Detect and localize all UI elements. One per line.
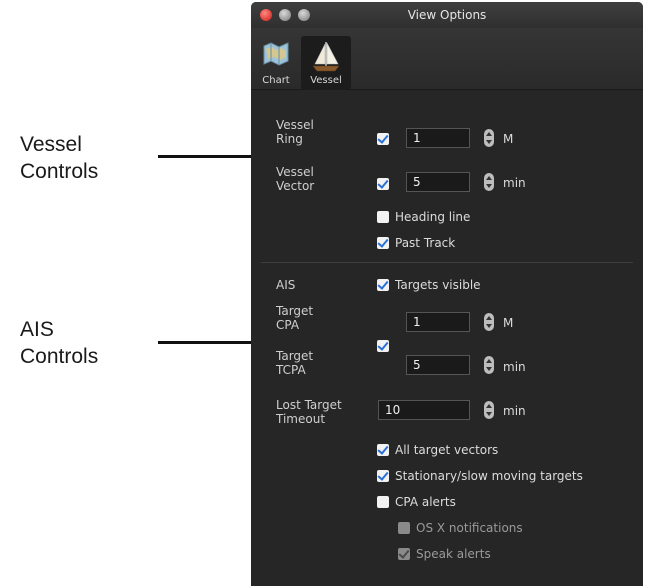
cpa-alerts-label: CPA alerts: [395, 495, 456, 509]
targets-visible-checkbox[interactable]: [377, 279, 389, 291]
lost-target-timeout-label: Lost Target Timeout: [276, 398, 342, 426]
lost-target-timeout-stepper[interactable]: [484, 401, 494, 419]
section-divider: [261, 262, 633, 263]
osx-notifications-checkbox[interactable]: [398, 522, 410, 534]
osx-notifications-label: OS X notifications: [416, 521, 523, 535]
cpa-alerts-checkbox[interactable]: [377, 496, 389, 508]
label-line: CPA: [276, 318, 300, 332]
tab-vessel[interactable]: Vessel: [301, 36, 351, 90]
heading-line-label: Heading line: [395, 210, 471, 224]
toolbar: Chart Vessel: [251, 28, 643, 90]
lost-target-timeout-field[interactable]: 10: [378, 400, 470, 420]
view-options-window: View Options Chart Vessel Vessel Ring 1 …: [251, 2, 643, 586]
target-tcpa-field[interactable]: 5: [406, 355, 470, 375]
sailboat-icon: [312, 42, 340, 72]
ais-controls-annotation: AIS Controls: [20, 316, 98, 370]
vessel-ring-field[interactable]: 1: [406, 128, 470, 148]
window-title: View Options: [407, 8, 487, 22]
label-line: Timeout: [276, 412, 326, 426]
target-cpa-unit: M: [503, 316, 514, 330]
ais-controls-leader: [158, 341, 253, 344]
vessel-controls-leader: [158, 155, 253, 158]
label-line: Vessel: [276, 118, 314, 132]
target-tcpa-unit: min: [503, 360, 526, 374]
tab-chart[interactable]: Chart: [254, 36, 298, 88]
vessel-vector-field[interactable]: 5: [406, 172, 470, 192]
ais-label: AIS: [276, 278, 296, 292]
lost-target-timeout-unit: min: [503, 404, 526, 418]
label-line: Lost Target: [276, 398, 342, 412]
stationary-targets-label: Stationary/slow moving targets: [395, 469, 583, 483]
vessel-vector-unit: min: [503, 176, 526, 190]
vessel-ring-stepper[interactable]: [484, 129, 494, 147]
annotation-line-1: AIS: [20, 318, 54, 341]
vessel-ring-checkbox[interactable]: [377, 133, 389, 145]
annotation-line-2: Controls: [20, 160, 99, 183]
chart-icon: [263, 42, 289, 66]
target-cpa-label: Target CPA: [276, 304, 313, 332]
target-tcpa-stepper[interactable]: [484, 356, 494, 374]
titlebar: View Options: [251, 2, 643, 28]
cpa-tcpa-checkbox[interactable]: [377, 340, 389, 352]
label-line: Target: [276, 349, 314, 363]
annotation-line-2: Controls: [20, 345, 99, 368]
vessel-controls-annotation: Vessel Controls: [20, 131, 98, 185]
label-line: Ring: [276, 132, 303, 146]
vessel-ring-unit: M: [503, 132, 514, 146]
targets-visible-label: Targets visible: [395, 278, 481, 292]
speak-alerts-label: Speak alerts: [416, 547, 491, 561]
target-cpa-stepper[interactable]: [484, 313, 494, 331]
tab-label: Vessel: [310, 75, 342, 86]
vessel-ring-label: Vessel Ring: [276, 118, 314, 146]
label-line: Vector: [276, 179, 315, 193]
annotation-line-1: Vessel: [20, 133, 82, 156]
speak-alerts-checkbox[interactable]: [398, 548, 410, 560]
all-target-vectors-label: All target vectors: [395, 443, 499, 457]
vessel-vector-stepper[interactable]: [484, 173, 494, 191]
heading-line-checkbox[interactable]: [377, 211, 389, 223]
label-line: TCPA: [276, 363, 306, 377]
target-tcpa-label: Target TCPA: [276, 349, 313, 377]
label-line: Vessel: [276, 165, 314, 179]
past-track-checkbox[interactable]: [377, 237, 389, 249]
stationary-targets-checkbox[interactable]: [377, 470, 389, 482]
past-track-label: Past Track: [395, 236, 456, 250]
label-line: Target: [276, 304, 314, 318]
vessel-vector-checkbox[interactable]: [377, 178, 389, 190]
all-target-vectors-checkbox[interactable]: [377, 444, 389, 456]
target-cpa-field[interactable]: 1: [406, 312, 470, 332]
vessel-vector-label: Vessel Vector: [276, 165, 314, 193]
tab-label: Chart: [262, 75, 290, 86]
